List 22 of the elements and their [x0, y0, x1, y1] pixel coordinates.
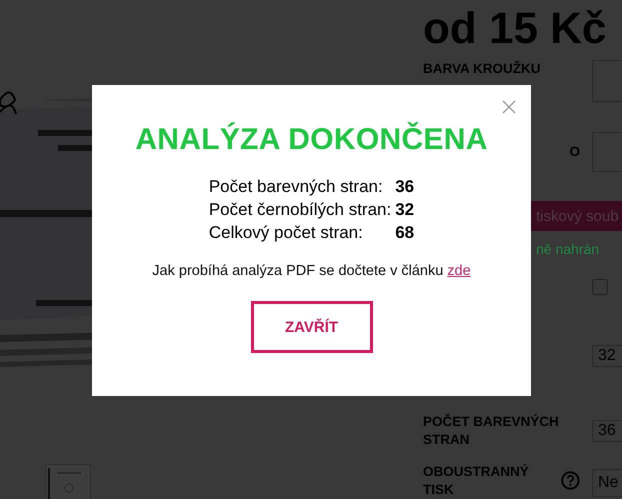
upload-status: ně nahrán: [536, 241, 600, 257]
stat-label: Počet barevných stran:: [208, 177, 384, 197]
field-label: OBOUSTRANNÝ TISK: [423, 463, 562, 499]
field-label: BARVA KROUŽKU: [423, 60, 540, 78]
stat-value: 68: [395, 223, 414, 243]
field-label: O: [569, 143, 580, 161]
thumbnail[interactable]: [45, 464, 91, 499]
stat-label: Počet černobílých stran:: [208, 200, 392, 220]
close-button[interactable]: ZAVŘÍT: [250, 301, 372, 353]
close-icon[interactable]: [502, 100, 516, 114]
stat-label: Celkový počet stran:: [208, 223, 364, 243]
article-link[interactable]: zde: [447, 263, 471, 279]
field-label: POČET BAREVNÝCH STRAN: [423, 413, 560, 449]
price-heading: od 15 Kč: [423, 3, 608, 55]
info-text: Jak probíhá analýza PDF se dočtete v článku zde: [152, 263, 471, 279]
help-icon[interactable]: [561, 471, 580, 490]
stat-value: 32: [395, 200, 414, 220]
stat-value: 36: [395, 177, 414, 197]
dialog-title: ANALÝZA DOKONČENA: [135, 123, 488, 157]
input-field[interactable]: 36: [592, 420, 622, 442]
input-field[interactable]: 32: [592, 345, 622, 367]
select-field[interactable]: Ne: [592, 469, 622, 497]
